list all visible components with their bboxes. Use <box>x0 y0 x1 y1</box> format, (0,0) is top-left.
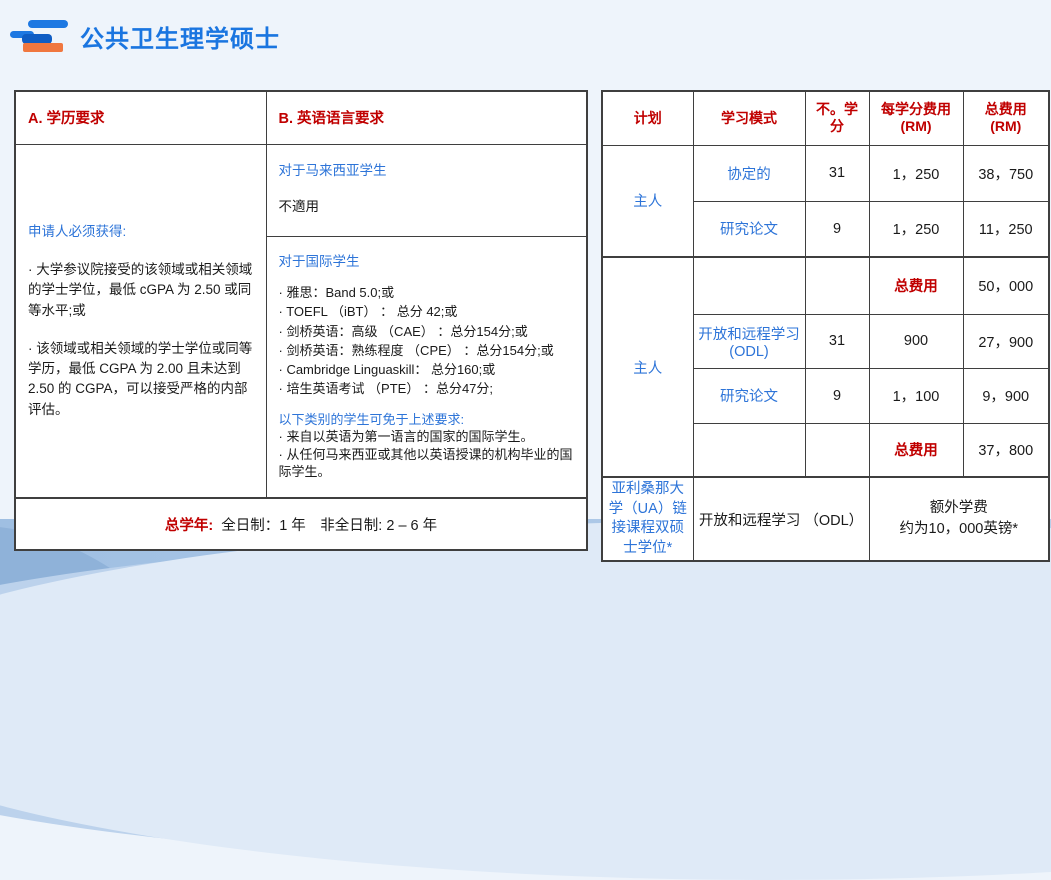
header-per-credit-line2: (RM) <box>874 118 959 136</box>
header-english-requirements: B. 英语语言要求 <box>266 91 587 144</box>
total-fee-label: 总费用 <box>894 443 938 459</box>
curve-light-decoration <box>0 520 1051 880</box>
header-mode-label: 学习模式 <box>721 110 777 126</box>
logo-icon <box>10 16 72 56</box>
total-cell: 27，900 <box>963 314 1049 368</box>
header-academic-label: A. 学历要求 <box>28 111 105 127</box>
empty-credits-cell <box>805 423 869 477</box>
ua-mode-cell: 开放和远程学习 （ODL） <box>693 477 869 561</box>
plan-group2-cell: 主人 <box>602 257 693 477</box>
fee-row-ua-link: 亚利桑那大学（UA）链接课程双硕士学位* 开放和远程学习 （ODL） 额外学费 … <box>602 477 1049 561</box>
header-plan-label: 计划 <box>634 110 662 126</box>
total-fee-label-cell: 总费用 <box>869 423 963 477</box>
logo-bar-top <box>28 20 68 28</box>
exemption-label: 以下类别的学生可免于上述要求: <box>279 411 575 428</box>
requirements-header-row: A. 学历要求 B. 英语语言要求 <box>15 91 587 144</box>
duration-label: 总学年: <box>165 518 213 534</box>
ua-fee-line1: 额外学费 <box>874 498 1045 519</box>
test-item-toefl: · TOEFL （iBT） ： 总分 42;或 <box>279 303 575 320</box>
empty-mode-cell <box>693 257 805 314</box>
header-english-label: B. 英语语言要求 <box>279 111 385 127</box>
academic-requirements-cell: 申请人必须获得: · 大学参议院接受的该领域或相关领域的学士学位，最低 cGPA… <box>15 144 266 498</box>
header-plan: 计划 <box>602 91 693 145</box>
header-total: 总费用 (RM) <box>963 91 1049 145</box>
slide-header: 公共卫生理学硕士 <box>10 12 280 60</box>
mode-cell: 协定的 <box>693 145 805 201</box>
total-fee-label: 总费用 <box>894 279 938 295</box>
requirements-body-row: 申请人必须获得: · 大学参议院接受的该领域或相关领域的学士学位，最低 cGPA… <box>15 144 587 236</box>
ua-plan-cell: 亚利桑那大学（UA）链接课程双硕士学位* <box>602 477 693 561</box>
total-cell: 50，000 <box>963 257 1049 314</box>
credits-cell: 9 <box>805 368 869 423</box>
empty-mode-cell <box>693 423 805 477</box>
international-students-cell: 对于国际学生 · 雅思：Band 5.0;或 · TOEFL （iBT） ： 总… <box>266 236 587 498</box>
header-total-line1: 总费用 <box>968 101 1045 119</box>
plan-group1-cell: 主人 <box>602 145 693 257</box>
empty-credits-cell <box>805 257 869 314</box>
mode-cell: 研究论文 <box>693 201 805 257</box>
ua-fee-cell: 额外学费 约为10，000英镑* <box>869 477 1049 561</box>
requirements-table: A. 学历要求 B. 英语语言要求 申请人必须获得: · 大学参议院接受的该领域… <box>14 90 588 551</box>
mode-cell: 开放和远程学习 (ODL) <box>693 314 805 368</box>
duration-row: 总学年: 全日制：1 年 非全日制: 2 – 6 年 <box>15 498 587 550</box>
test-item-cae: · 剑桥英语：高级 （CAE） ：总分154分;或 <box>279 323 575 340</box>
fee-row-total1: 主人 总费用 50，000 <box>602 257 1049 314</box>
per-credit-cell: 1，250 <box>869 145 963 201</box>
header-mode: 学习模式 <box>693 91 805 145</box>
test-item-ielts: · 雅思：Band 5.0;或 <box>279 284 575 301</box>
exemption-item-1: · 来自以英语为第一语言的国家的国际学生。 <box>279 428 575 445</box>
duration-value: 全日制：1 年 非全日制: 2 – 6 年 <box>221 518 437 534</box>
header-per-credit-line1: 每学分费用 <box>874 101 959 119</box>
credits-cell: 31 <box>805 314 869 368</box>
qualification-item-1: · 大学参议院接受的该领域或相关领域的学士学位，最低 cGPA 为 2.50 或… <box>28 260 254 321</box>
credits-cell: 9 <box>805 201 869 257</box>
malaysian-students-value: 不適用 <box>279 195 575 215</box>
international-students-label: 对于国际学生 <box>279 253 575 271</box>
qualification-intro: 申请人必须获得: <box>28 222 254 242</box>
credits-cell: 31 <box>805 145 869 201</box>
ua-fee-line2: 约为10，000英镑* <box>874 519 1045 540</box>
header-academic-requirements: A. 学历要求 <box>15 91 266 144</box>
total-cell: 37，800 <box>963 423 1049 477</box>
page-title: 公共卫生理学硕士 <box>80 19 280 54</box>
header-total-line2: (RM) <box>968 118 1045 136</box>
fee-row-coursework: 主人 协定的 31 1，250 38，750 <box>602 145 1049 201</box>
per-credit-cell: 1，100 <box>869 368 963 423</box>
logo-bar-orange <box>23 43 63 52</box>
exemption-item-2: · 从任何马来西亚或其他以英语授课的机构毕业的国际学生。 <box>279 446 575 480</box>
total-cell: 9，900 <box>963 368 1049 423</box>
per-credit-cell: 1，250 <box>869 201 963 257</box>
fees-header-row: 计划 学习模式 不。学分 每学分费用 (RM) 总费用 (RM) <box>602 91 1049 145</box>
malaysian-students-cell: 对于马来西亚学生 不適用 <box>266 144 587 236</box>
header-per-credit: 每学分费用 (RM) <box>869 91 963 145</box>
header-credits: 不。学分 <box>805 91 869 145</box>
qualification-item-2: · 该领域或相关领域的学士学位或同等学历，最低 CGPA 为 2.00 且未达到… <box>28 339 254 420</box>
per-credit-cell: 900 <box>869 314 963 368</box>
mode-cell: 研究论文 <box>693 368 805 423</box>
malaysian-students-label: 对于马来西亚学生 <box>279 159 575 179</box>
test-item-pte: · 培生英语考试 （PTE） ：总分47分; <box>279 380 575 397</box>
total-cell: 38，750 <box>963 145 1049 201</box>
english-test-list: · 雅思：Band 5.0;或 · TOEFL （iBT） ： 总分 42;或 … <box>279 284 575 397</box>
total-fee-label-cell: 总费用 <box>869 257 963 314</box>
test-item-cpe: · 剑桥英语：熟练程度 （CPE） ：总分154分;或 <box>279 342 575 359</box>
header-credits-label: 不。学分 <box>816 101 858 135</box>
total-cell: 11，250 <box>963 201 1049 257</box>
test-item-linguaskill: · Cambridge Linguaskill： 总分160;或 <box>279 361 575 378</box>
fees-table: 计划 学习模式 不。学分 每学分费用 (RM) 总费用 (RM) 主人 协定的 … <box>601 90 1050 562</box>
duration-cell: 总学年: 全日制：1 年 非全日制: 2 – 6 年 <box>15 498 587 550</box>
